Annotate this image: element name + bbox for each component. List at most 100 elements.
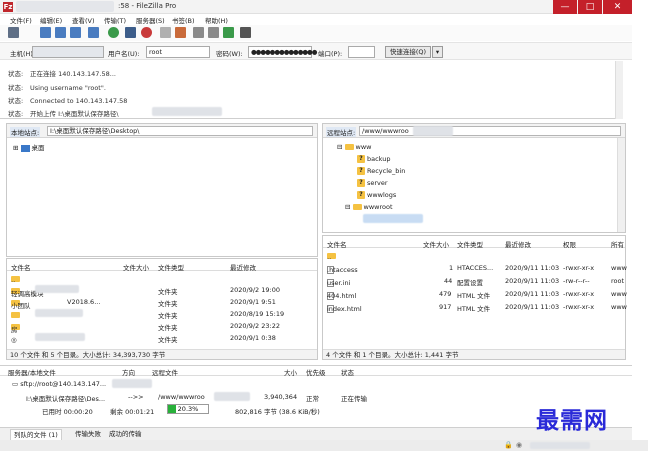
folder-icon (11, 312, 20, 318)
remote-tree-item[interactable]: ? wwwlogs (357, 191, 396, 199)
col-size[interactable]: 大小 (284, 367, 297, 377)
col-type[interactable]: 文件类型 (457, 239, 483, 249)
site-manager-icon[interactable] (8, 27, 19, 38)
cancel-icon[interactable] (141, 27, 152, 38)
table-row[interactable]: .. (323, 249, 625, 261)
compare-icon[interactable] (208, 27, 219, 38)
title-redacted (16, 1, 114, 12)
local-tree-item[interactable]: ⊞ 桌面 (13, 142, 45, 152)
disconnect-icon[interactable] (160, 27, 171, 38)
col-name[interactable]: 文件名 (327, 239, 347, 249)
port-label: 端口(P): (318, 50, 343, 58)
log-redacted (152, 107, 222, 116)
col-direction[interactable]: 方向 (122, 367, 135, 377)
folder-icon (352, 204, 362, 210)
maximize-button[interactable]: □ (578, 0, 602, 14)
quickconnect-button[interactable]: 快速连接(Q) (385, 46, 431, 58)
col-state[interactable]: 状态 (341, 367, 354, 377)
table-row[interactable]: 房文件夹 2020/9/2 23:22 (7, 320, 317, 334)
remote-site-label: 远程站点: (326, 127, 357, 137)
table-row[interactable]: 小团队 V2018.6... 文件夹 2020/9/1 9:51 (7, 296, 317, 310)
tab-queued-files[interactable]: 列队的文件 (1) (10, 429, 62, 440)
table-row[interactable]: .htaccess 1 HTACCES... 2020/9/11 11:03 -rwxr… (323, 262, 627, 274)
col-owner[interactable]: 所有 (611, 239, 624, 249)
find-files-icon[interactable] (240, 27, 251, 38)
menu-help[interactable]: 帮助(H) (205, 15, 228, 25)
remote-tree-item[interactable]: ? server (357, 179, 388, 187)
local-path-input[interactable]: I:\桌面默认保存路径\Desktop\ (47, 126, 313, 136)
tree-redacted (363, 214, 423, 223)
sync-browse-icon[interactable] (223, 27, 234, 38)
log-line: 状态: Using username "root". (8, 84, 106, 92)
col-size[interactable]: 文件大小 (423, 239, 449, 249)
remote-tree-item[interactable]: ? Recycle_bin (357, 167, 405, 175)
path-redacted (413, 126, 453, 136)
status-redacted (530, 442, 590, 449)
menu-file[interactable]: 文件(F) (10, 15, 32, 25)
queue-state: 正在传输 (341, 395, 367, 403)
chrome-icon: ◎ (11, 336, 17, 344)
menu-view[interactable]: 查看(V) (72, 15, 95, 25)
col-modified[interactable]: 最近修改 (230, 262, 256, 272)
remote-file-list: 文件名 文件大小 文件类型 最近修改 权限 所有 .. .htaccess 1 HT… (322, 235, 627, 360)
col-modified[interactable]: 最近修改 (505, 239, 531, 249)
table-row[interactable]: user.ini 44 配置设置 2020/9/11 11:03 -rw-r--r-- r… (323, 275, 625, 287)
username-input[interactable] (146, 46, 210, 58)
menu-bar: 文件(F) 编辑(E) 查看(V) 传输(T) 服务器(S) 书签(B) 帮助(… (0, 14, 632, 25)
queue-size: 3,940,364 (264, 393, 298, 401)
col-remote-file[interactable]: 远程文件 (152, 367, 178, 377)
minimize-button[interactable]: — (553, 0, 577, 14)
queue-local-file[interactable]: I:\桌面默认保存路径\Des... (26, 393, 105, 403)
col-type[interactable]: 文件类型 (158, 262, 184, 272)
unknown-folder-icon: ? (357, 191, 365, 199)
watermark: 最需网 (536, 407, 608, 434)
remote-tree-item[interactable]: ⊟ www (337, 143, 371, 151)
expand-icon[interactable]: ⊞ (13, 144, 21, 152)
remote-site-bar: 远程站点: /www/wwwroo (323, 124, 625, 138)
local-site-label: 本地站点: (10, 127, 41, 137)
close-button[interactable]: ✕ (603, 0, 632, 14)
table-row[interactable]: index.html 917 HTML 文件 2020/9/11 11:03 -rwxr… (323, 301, 627, 313)
col-size[interactable]: 文件大小 (123, 262, 149, 272)
toggle-local-tree-icon[interactable] (55, 27, 66, 38)
process-queue-icon[interactable] (125, 27, 136, 38)
directory-listing-filter-icon[interactable] (193, 27, 204, 38)
queue-elapsed: 已用时 00:00:20 (42, 408, 93, 416)
filename-redacted (35, 333, 85, 341)
menu-server[interactable]: 服务器(S) (136, 15, 165, 25)
col-server-local[interactable]: 服务器/本地文件 (8, 367, 56, 377)
remote-path-input[interactable]: /www/wwwroo (359, 126, 621, 136)
reconnect-icon[interactable] (175, 27, 186, 38)
menu-bookmarks[interactable]: 书签(B) (172, 15, 195, 25)
table-row[interactable]: 404.html 479 HTML 文件 2020/9/11 11:03 -rwxr-x… (323, 288, 627, 300)
port-input[interactable] (348, 46, 375, 58)
remote-status-bar: 4 个文件 和 1 个目录。大小总计: 1,441 字节 (323, 349, 625, 359)
host-input[interactable] (32, 46, 104, 58)
password-input[interactable]: ●●●●●●●●●●●●●● (248, 46, 317, 58)
queue-server[interactable]: ▭ sftp://root@140.143.147... (12, 380, 106, 388)
server-redacted (112, 379, 152, 388)
remote-tree-item[interactable]: ⊟ wwwroot (345, 203, 393, 211)
menu-transfer[interactable]: 传输(T) (104, 15, 126, 25)
col-priority[interactable]: 优先级 (306, 367, 326, 377)
tab-successful-transfers[interactable]: 成功的传输 (106, 429, 145, 440)
transfer-queue-icon[interactable] (88, 27, 99, 38)
quickconnect-dropdown[interactable]: ▾ (432, 46, 443, 58)
toggle-log-icon[interactable] (40, 27, 51, 38)
tab-failed-transfers[interactable]: 传输失败 (72, 429, 104, 440)
log-line: 状态: 正在连接 140.143.147.58... (8, 70, 116, 78)
col-permissions[interactable]: 权限 (563, 239, 576, 249)
local-tree-panel: 本地站点: I:\桌面默认保存路径\Desktop\ ⊞ 桌面 (6, 123, 318, 257)
log-line: 状态: 开始上传 I:\桌面默认保存路径\ (8, 110, 119, 118)
refresh-icon[interactable] (108, 27, 119, 38)
menu-edit[interactable]: 编辑(E) (40, 15, 62, 25)
remote-tree-item[interactable]: ? backup (357, 155, 391, 163)
col-name[interactable]: 文件名 (11, 262, 31, 272)
queue-remote-file: /www/wwwroo (158, 393, 205, 401)
table-row[interactable]: .. (7, 272, 317, 284)
local-file-list: 文件名 文件大小 文件类型 最近修改 .. 轻调高模块 文件夹 2020/9/2 1… (6, 258, 318, 360)
log-scrollbar[interactable] (615, 61, 623, 119)
remote-tree-scrollbar[interactable] (617, 138, 625, 232)
local-site-bar: 本地站点: I:\桌面默认保存路径\Desktop\ (7, 124, 317, 138)
toggle-remote-tree-icon[interactable] (70, 27, 81, 38)
